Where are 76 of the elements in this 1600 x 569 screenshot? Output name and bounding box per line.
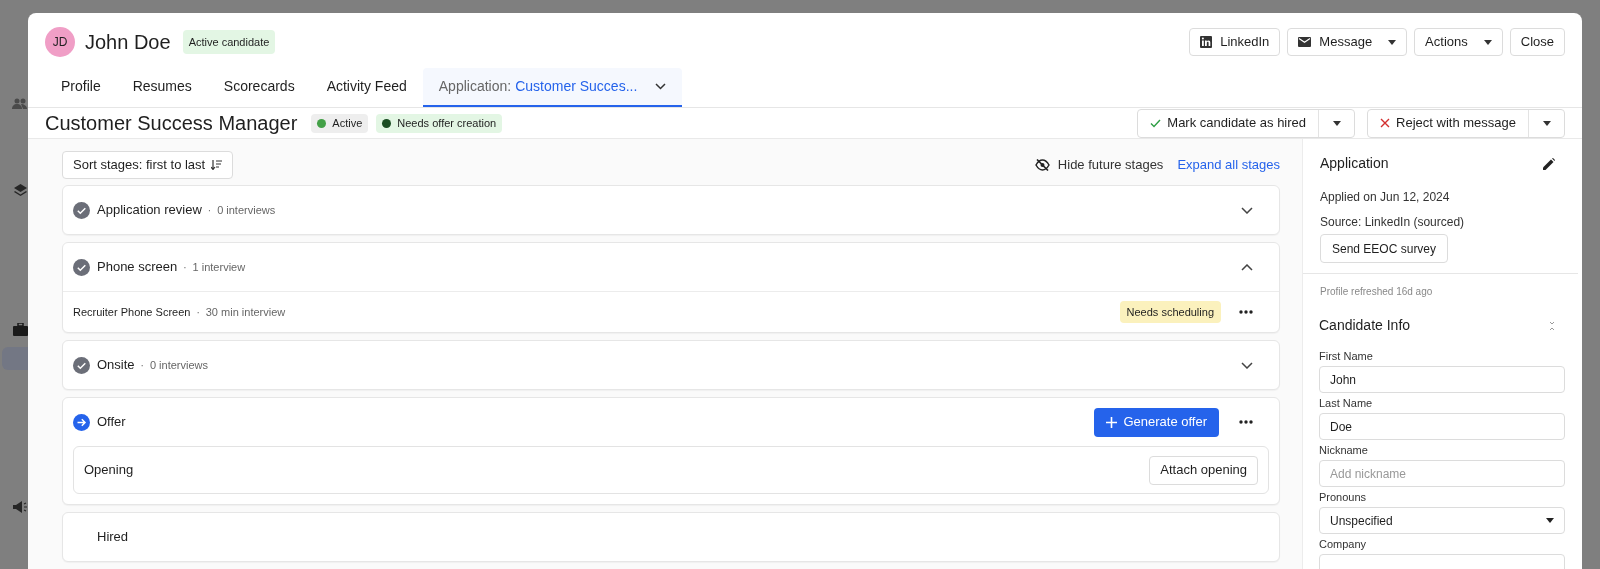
megaphone-icon[interactable] — [13, 501, 28, 513]
tab[interactable]: Application: Customer Succes... — [422, 68, 683, 107]
sort-button[interactable]: Sort stages: first to last — [62, 151, 234, 179]
input-field[interactable]: Doe — [1319, 413, 1565, 440]
field-label: Company — [1319, 538, 1368, 551]
close-icon — [1380, 118, 1391, 128]
opening-label: Opening — [84, 461, 134, 480]
field-label: First Name — [1319, 350, 1374, 363]
scheduling-badge: Needs scheduling — [1119, 300, 1221, 324]
more-icon[interactable] — [1239, 420, 1253, 424]
interview-count: 0 interviews — [217, 202, 276, 218]
separator-dot: · — [183, 260, 187, 275]
check-circle-icon — [73, 201, 90, 219]
more-icon[interactable] — [1239, 310, 1253, 314]
expand-all-stages-link[interactable]: Expand all stages — [1177, 155, 1280, 175]
job-title: Customer Success Manager — [45, 111, 298, 136]
caret-icon — [1546, 518, 1554, 523]
avatar: JD — [45, 27, 75, 57]
action-button[interactable]: Reject with message — [1368, 109, 1529, 137]
plus-icon — [1106, 416, 1118, 428]
check-circle-icon — [73, 356, 90, 374]
stage-name: Onsite — [97, 356, 135, 375]
tab[interactable]: Scorecards — [207, 68, 311, 107]
applied-date: Applied on Jun 12, 2024 — [1320, 189, 1451, 206]
input-field[interactable]: John — [1319, 366, 1565, 393]
separator-dot: · — [196, 305, 200, 320]
input-field[interactable]: Add nickname — [1319, 460, 1565, 487]
status-badge: Active candidate — [182, 29, 276, 55]
mail-icon — [1298, 37, 1312, 47]
tab[interactable]: Profile — [45, 68, 117, 107]
check-circle-icon — [73, 258, 90, 276]
interview-name: Recruiter Phone Screen — [73, 304, 191, 320]
collapse-icon[interactable] — [1549, 320, 1555, 331]
hide-future-stages-button[interactable]: Hide future stages — [1034, 155, 1164, 175]
interview-count: 0 interviews — [149, 357, 208, 373]
generate-offer-button[interactable]: Generate offer — [1094, 407, 1219, 437]
status-badge: Active — [311, 113, 369, 133]
candidate-name: John Doe — [85, 30, 171, 55]
header-button[interactable]: Actions — [1414, 28, 1503, 56]
stage-name: Offer — [97, 413, 126, 432]
layers-icon[interactable] — [14, 184, 27, 197]
separator-dot: · — [140, 358, 144, 373]
send-survey-button[interactable]: Send EEOC survey — [1320, 234, 1449, 263]
caret-icon — [1542, 120, 1551, 126]
refreshed-text: Profile refreshed 16d ago — [1319, 285, 1434, 299]
sort-icon — [211, 160, 223, 170]
header-button[interactable]: Message — [1287, 28, 1408, 56]
split-button[interactable]: Mark candidate as hired — [1137, 108, 1356, 138]
check-icon — [1150, 118, 1162, 128]
status-badge: Needs offer creation — [376, 113, 503, 133]
caret-icon — [1332, 120, 1341, 126]
interview-count: 1 interview — [192, 259, 246, 275]
tab[interactable]: Resumes — [116, 68, 208, 107]
tab[interactable]: Activity Feed — [310, 68, 423, 107]
field-label: Nickname — [1319, 444, 1369, 457]
select-field[interactable]: Unspecified — [1319, 507, 1565, 534]
header-button[interactable]: Close — [1509, 28, 1565, 56]
stage-name: Application review — [97, 201, 202, 220]
arrow-circle-icon — [73, 413, 90, 431]
separator-dot: · — [207, 203, 212, 218]
split-button[interactable]: Reject with message — [1367, 108, 1565, 138]
action-button[interactable]: Mark candidate as hired — [1138, 109, 1320, 137]
briefcase-icon[interactable] — [13, 323, 28, 336]
stage-name: Hired — [97, 528, 129, 547]
edit-icon[interactable] — [1543, 157, 1555, 170]
stage-name: Phone screen — [97, 258, 178, 277]
linkedin-icon — [1200, 36, 1213, 48]
field-label: Last Name — [1319, 397, 1374, 410]
attach-opening-button[interactable]: Attach opening — [1149, 455, 1258, 485]
eye-off-icon — [1034, 159, 1050, 171]
interview-duration: 30 min interview — [205, 304, 286, 320]
section-title: Application — [1320, 154, 1389, 173]
section-title: Candidate Info — [1319, 316, 1411, 335]
field-label: Pronouns — [1319, 491, 1368, 504]
source-text: Source: LinkedIn (sourced) — [1320, 214, 1466, 231]
header-button[interactable]: LinkedIn — [1189, 28, 1281, 56]
